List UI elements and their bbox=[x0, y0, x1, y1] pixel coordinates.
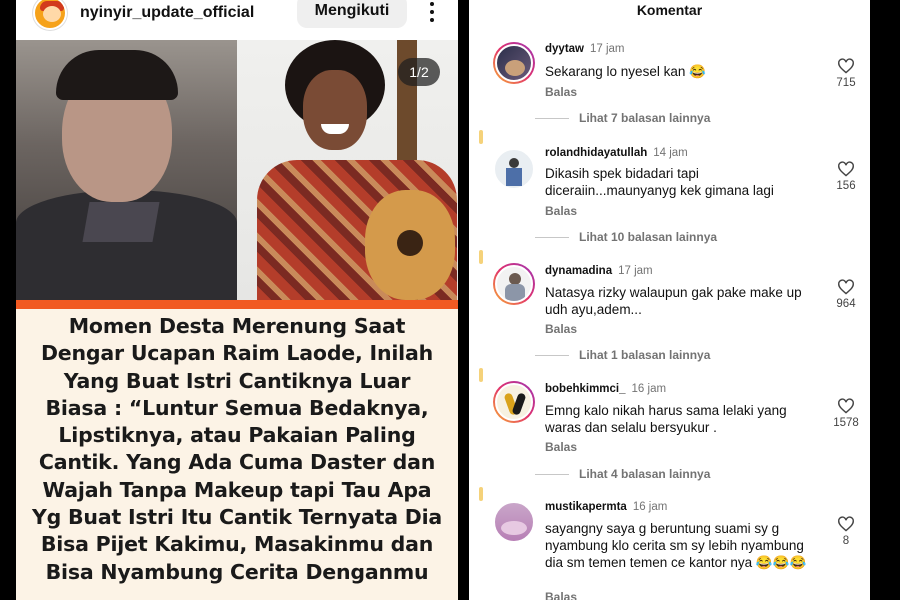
view-replies-link[interactable]: Lihat 10 balasan lainnya bbox=[535, 230, 717, 244]
carousel-page-indicator: 1/2 bbox=[398, 58, 440, 86]
commenter-avatar[interactable] bbox=[493, 263, 535, 305]
headline-accent-bar bbox=[16, 300, 458, 309]
reply-button[interactable]: Balas bbox=[545, 440, 577, 454]
comments-title: Komentar bbox=[636, 2, 703, 18]
more-options-icon[interactable] bbox=[420, 0, 444, 24]
like-count: 8 bbox=[842, 535, 850, 547]
heart-icon[interactable] bbox=[837, 398, 855, 414]
heart-icon[interactable] bbox=[837, 58, 855, 74]
scroll-edge-marker bbox=[479, 487, 483, 501]
heart-icon[interactable] bbox=[837, 516, 855, 532]
view-replies-link[interactable]: Lihat 1 balasan lainnya bbox=[535, 348, 710, 362]
like-control[interactable]: 715 bbox=[831, 58, 861, 89]
like-count: 964 bbox=[836, 298, 856, 310]
like-count: 156 bbox=[836, 180, 856, 192]
like-control[interactable]: 1578 bbox=[831, 398, 861, 429]
scroll-edge-marker bbox=[479, 368, 483, 382]
commenter-avatar[interactable] bbox=[493, 501, 535, 543]
reply-button[interactable]: Balas bbox=[545, 204, 577, 218]
scroll-edge-marker bbox=[479, 130, 483, 144]
reply-button[interactable]: Balas bbox=[545, 590, 577, 600]
comments-panel: Komentar dyytaw 17 jam Sekarang lo nyesel… bbox=[469, 0, 870, 600]
comment-text: Sekarang lo nyesel kan 😂 bbox=[545, 64, 706, 79]
comment-time: 17 jam bbox=[590, 43, 625, 55]
commenter-username[interactable]: bobehkimmci_ 16 jam bbox=[545, 383, 666, 395]
comment-time: 14 jam bbox=[653, 147, 688, 159]
commenter-username[interactable]: mustikapermta 16 jam bbox=[545, 501, 667, 513]
post-panel: nyinyir_update_official Mengikuti 1/2 Mo… bbox=[16, 0, 458, 600]
heart-icon[interactable] bbox=[837, 279, 855, 295]
avatar-face bbox=[43, 6, 61, 22]
like-control[interactable]: 8 bbox=[831, 516, 861, 547]
comment-time: 16 jam bbox=[631, 383, 667, 395]
commenter-username[interactable]: dynamadina 17 jam bbox=[545, 265, 653, 277]
like-count: 715 bbox=[836, 77, 856, 89]
like-control[interactable]: 156 bbox=[831, 161, 861, 192]
like-count: 1578 bbox=[833, 417, 859, 429]
commenter-username[interactable]: dyytaw 17 jam bbox=[545, 43, 625, 55]
like-control[interactable]: 964 bbox=[831, 279, 861, 310]
post-header: nyinyir_update_official Mengikuti bbox=[16, 0, 458, 40]
comment-time: 17 jam bbox=[618, 265, 653, 277]
reply-button[interactable]: Balas bbox=[545, 322, 577, 336]
post-image[interactable]: 1/2 bbox=[16, 40, 458, 300]
commenter-avatar[interactable] bbox=[493, 42, 535, 84]
view-replies-link[interactable]: Lihat 4 balasan lainnya bbox=[535, 467, 710, 481]
comment-text: Emng kalo nikah harus sama lelaki yang w… bbox=[545, 403, 787, 435]
view-replies-link[interactable]: Lihat 7 balasan lainnya bbox=[535, 111, 710, 125]
reply-button[interactable]: Balas bbox=[545, 85, 577, 99]
scroll-edge-marker bbox=[479, 250, 483, 264]
following-button[interactable]: Mengikuti bbox=[297, 0, 407, 28]
comment-text: Dikasih spek bidadari tapi diceraiin...m… bbox=[545, 166, 774, 198]
commenter-avatar[interactable] bbox=[493, 148, 535, 190]
heart-icon[interactable] bbox=[837, 161, 855, 177]
comment-text: Natasya rizky walaupun gak pake make up … bbox=[545, 285, 802, 317]
post-username[interactable]: nyinyir_update_official bbox=[80, 4, 254, 22]
photo-man-left bbox=[16, 40, 237, 300]
post-headline: Momen Desta Merenung Saat Dengar Ucapan … bbox=[31, 314, 443, 584]
commenter-avatar[interactable] bbox=[493, 381, 535, 423]
comment-time: 16 jam bbox=[632, 501, 668, 513]
comment-text: sayangny saya g beruntung suami sy g nya… bbox=[545, 521, 807, 570]
account-avatar[interactable] bbox=[33, 0, 67, 30]
commenter-username[interactable]: rolandhidayatullah 14 jam bbox=[545, 147, 688, 159]
headline-box: Momen Desta Merenung Saat Dengar Ucapan … bbox=[16, 309, 458, 600]
